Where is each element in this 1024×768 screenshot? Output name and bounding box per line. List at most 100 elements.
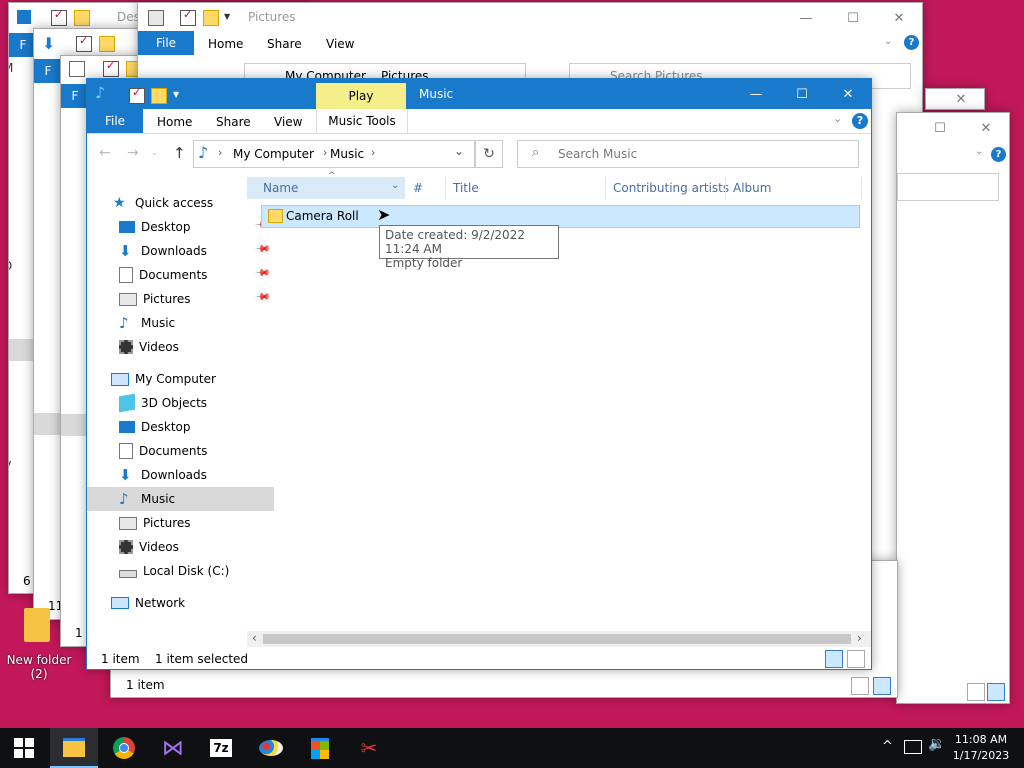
desktop-icon (119, 221, 135, 233)
close-button[interactable]: ✕ (963, 113, 1009, 143)
file-tab[interactable]: File (138, 31, 194, 55)
context-tab-play[interactable]: Play (316, 83, 406, 109)
help-icon[interactable]: ? (852, 113, 868, 129)
nav-computer-music[interactable]: ♪ Music (87, 487, 274, 511)
search-input[interactable] (897, 173, 999, 201)
up-arrow-icon[interactable]: ↑ (173, 144, 186, 162)
nav-computer-3d-objects[interactable]: 3D Objects (87, 391, 274, 415)
nav-quick-videos[interactable]: Videos (87, 335, 274, 359)
help-icon[interactable]: ? (991, 147, 1006, 162)
column-dropdown-icon[interactable]: ⌄ (391, 180, 399, 191)
maximize-button[interactable]: ☐ (830, 3, 876, 33)
documents-icon (119, 443, 133, 459)
tab-home[interactable]: Home (157, 115, 192, 129)
maximize-button[interactable]: ☐ (917, 113, 963, 143)
large-icons-view-icon[interactable] (847, 650, 865, 668)
tab-view[interactable]: View (326, 37, 354, 51)
start-button[interactable] (0, 728, 48, 768)
search-input[interactable]: ⌕ Search Music (517, 140, 859, 168)
chevron-down-icon[interactable]: ⌄ (884, 36, 892, 47)
nav-quick-pictures[interactable]: Pictures 📌 (87, 287, 274, 311)
breadcrumb-separator-icon[interactable]: › (323, 146, 327, 159)
customize-toolbar-icon[interactable]: ▼ (173, 90, 179, 99)
nav-network[interactable]: Network (87, 591, 266, 615)
recent-locations-icon[interactable]: ⌄ (151, 148, 158, 157)
taskbar-visual-studio[interactable]: ⋈ (149, 728, 197, 768)
large-icons-view-icon[interactable] (873, 677, 891, 695)
details-view-icon[interactable] (967, 683, 985, 701)
nav-quick-access[interactable]: ★ Quick access (87, 191, 268, 215)
desktop-icon-new-folder[interactable]: New folder (2) (4, 604, 74, 684)
volume-icon[interactable]: 🔉 (928, 736, 945, 752)
taskbar-tool[interactable]: ✂ (345, 728, 393, 768)
file-row-camera-roll[interactable]: Camera Roll (261, 205, 860, 228)
breadcrumb-separator-icon[interactable]: › (371, 146, 375, 159)
scroll-right-icon[interactable]: › (857, 631, 862, 645)
new-folder-icon[interactable] (151, 88, 167, 104)
forward-arrow-icon[interactable]: → (127, 145, 139, 161)
taskbar-paint[interactable] (247, 728, 295, 768)
nav-computer-local-disk[interactable]: Local Disk (C:) (87, 559, 274, 583)
breadcrumb-music[interactable]: Music (330, 147, 364, 161)
column-header-album[interactable]: Album (733, 177, 771, 199)
taskbar-7zip[interactable]: 7z (197, 728, 245, 768)
breadcrumb-separator-icon[interactable]: › (218, 146, 222, 159)
close-button[interactable]: ✕ (938, 89, 984, 109)
sort-up-icon: ^ (328, 171, 336, 181)
help-icon[interactable]: ? (904, 35, 919, 50)
tab-music-tools[interactable]: Music Tools (316, 109, 408, 133)
expand-ribbon-icon[interactable]: ⌄ (833, 112, 842, 125)
taskbar-file-explorer[interactable] (50, 728, 98, 768)
maximize-button[interactable]: ☐ (779, 79, 825, 109)
downloads-icon: ⬇ (119, 466, 132, 484)
file-tab[interactable]: File (87, 109, 143, 133)
column-header-artists[interactable]: Contributing artists (613, 177, 729, 199)
pictures-icon (119, 516, 137, 530)
network-status-icon[interactable] (904, 740, 922, 754)
column-header-title[interactable]: Title (453, 177, 479, 199)
close-button[interactable]: ✕ (825, 79, 871, 109)
tab-view[interactable]: View (274, 115, 302, 129)
tab-share[interactable]: Share (267, 37, 302, 51)
clock[interactable]: 11:08 AM 1/17/2023 (948, 732, 1014, 764)
file-tab[interactable]: F (61, 84, 89, 108)
show-hidden-icons-icon[interactable]: ^ (882, 739, 893, 754)
minimize-button[interactable]: — (783, 3, 829, 33)
tab-home[interactable]: Home (208, 37, 243, 51)
customize-toolbar-icon[interactable]: ▼ (224, 12, 230, 21)
scrollbar-thumb[interactable] (263, 634, 851, 644)
close-button[interactable]: ✕ (876, 3, 922, 33)
taskbar-chrome[interactable] (100, 728, 148, 768)
tab-share[interactable]: Share (216, 115, 251, 129)
large-icons-view-icon[interactable] (987, 683, 1005, 701)
nav-my-computer[interactable]: My Computer (87, 367, 266, 391)
computer-icon (111, 372, 129, 386)
column-header-number[interactable]: # (413, 177, 423, 199)
taskbar-store[interactable] (296, 728, 344, 768)
column-header-name[interactable]: Name ^ ⌄ (247, 171, 405, 199)
address-dropdown-icon[interactable]: ⌄ (454, 144, 464, 158)
nav-computer-videos[interactable]: Videos (87, 535, 274, 559)
horizontal-scrollbar[interactable]: ‹ › (247, 631, 871, 647)
back-arrow-icon[interactable]: ← (99, 145, 111, 161)
chevron-down-icon[interactable]: ⌄ (975, 146, 983, 157)
details-view-icon[interactable] (851, 677, 869, 695)
nav-quick-downloads[interactable]: ⬇ Downloads 📌 (87, 239, 274, 263)
breadcrumb-my-computer[interactable]: My Computer (233, 147, 314, 161)
details-view-icon[interactable] (825, 650, 843, 668)
nav-computer-desktop[interactable]: Desktop (87, 415, 274, 439)
nav-quick-documents[interactable]: Documents 📌 (87, 263, 274, 287)
nav-computer-downloads[interactable]: ⬇ Downloads (87, 463, 274, 487)
properties-icon[interactable] (129, 86, 145, 104)
scroll-left-icon[interactable]: ‹ (252, 631, 257, 645)
address-bar[interactable]: ♪ › My Computer › Music › ⌄ (193, 140, 475, 168)
minimize-button[interactable]: — (733, 79, 779, 109)
nav-quick-music[interactable]: ♪ Music (87, 311, 274, 335)
title-bar[interactable]: ♪ ▼ Play Music — ☐ ✕ (87, 79, 871, 109)
refresh-button[interactable]: ↻ (475, 140, 503, 168)
tool-icon: ✂ (360, 736, 378, 760)
nav-computer-pictures[interactable]: Pictures (87, 511, 274, 535)
nav-quick-desktop[interactable]: Desktop 📌 (87, 215, 274, 239)
file-tab[interactable]: F (34, 59, 62, 83)
nav-computer-documents[interactable]: Documents (87, 439, 274, 463)
